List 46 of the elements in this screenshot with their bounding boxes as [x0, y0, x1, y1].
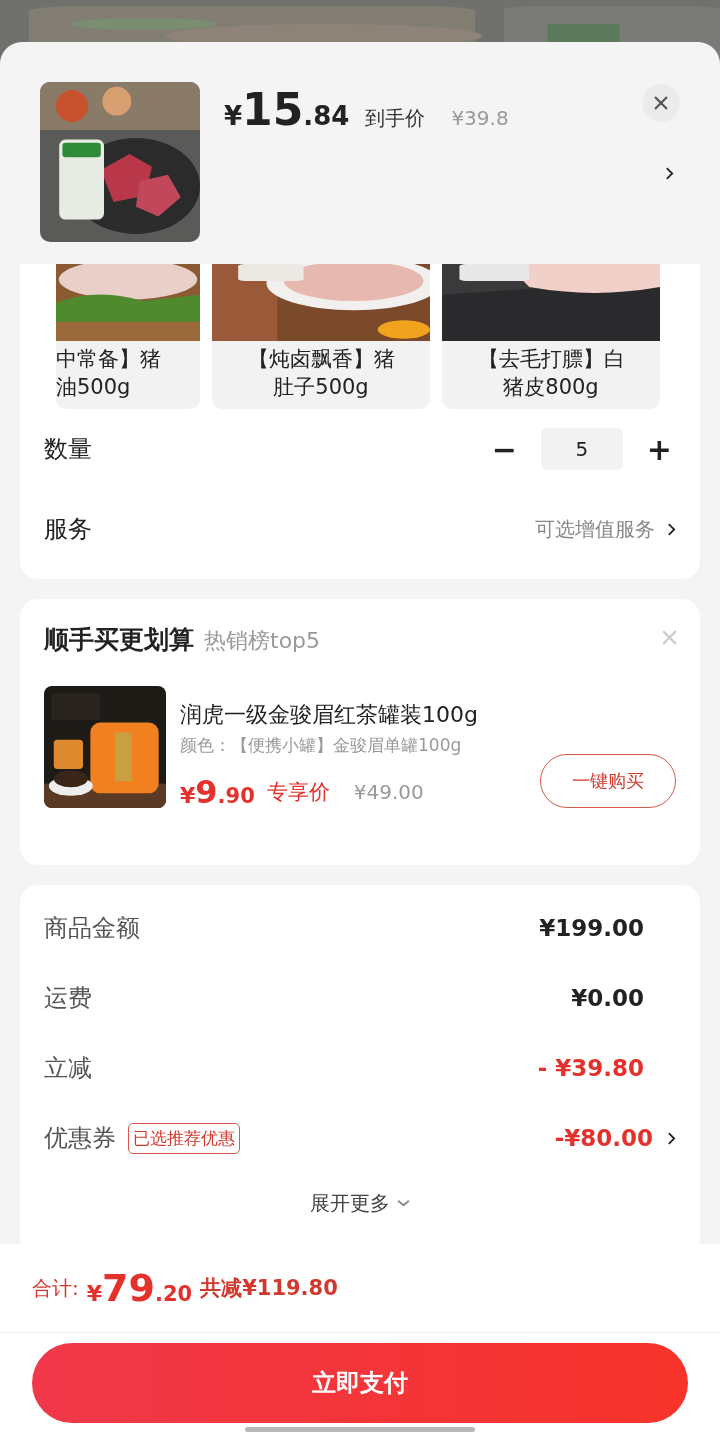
summary-label: 运费 [44, 983, 92, 1015]
summary-value: -¥80.00 [554, 1125, 653, 1152]
variant-name: 油500g [56, 374, 132, 402]
variant-card[interactable]: 中常备】猪 油500g [56, 264, 200, 410]
variant-card[interactable]: 【去毛打膘】白 猪皮800g [442, 264, 660, 410]
product-name: 润虎一级金骏眉红茶罐装100g [180, 701, 479, 730]
summary-label: 商品金额 [44, 913, 140, 945]
increase-button[interactable]: + [642, 431, 676, 467]
summary-label: 立减 [44, 1053, 92, 1085]
service-option[interactable]: 可选增值服务 [535, 515, 655, 543]
buy-button[interactable]: 一键购买 [540, 754, 676, 809]
price: ¥9.90 [180, 773, 255, 812]
pay-button[interactable]: 立即支付 [32, 1343, 688, 1423]
variant-card[interactable]: 【炖卤飘香】猪 肚子500g [212, 264, 430, 410]
chevron-right-icon [665, 166, 674, 181]
variant-name: 肚子500g [272, 374, 370, 402]
original-price: ¥49.00 [353, 780, 424, 805]
section-title: 顺手买更划算 [44, 624, 194, 657]
section-subtitle: 热销榜top5 [204, 627, 321, 656]
total-label: 合计: [32, 1274, 79, 1302]
summary-value: ¥199.00 [539, 915, 644, 942]
chevron-right-icon [667, 521, 676, 537]
total-price: ¥79.20 [86, 1266, 193, 1310]
coupon-tag: 已选推荐优惠 [128, 1122, 240, 1154]
price: ¥15.84 [224, 84, 350, 135]
variant-name: 猪皮800g [502, 374, 600, 402]
product-spec: 颜色：【便携小罐】金骏眉单罐100g [180, 734, 463, 758]
summary-label: 优惠券 [44, 1123, 116, 1155]
close-icon [653, 95, 669, 111]
variant-name: 中常备】猪 [56, 346, 162, 374]
variant-name: 【炖卤飘香】猪 [246, 346, 396, 374]
chevron-down-icon [395, 1198, 411, 1208]
summary-value: - ¥39.80 [537, 1055, 644, 1082]
variant-name: 【去毛打膘】白 [476, 346, 626, 374]
price-label: 到手价 [365, 105, 426, 132]
expand-button[interactable]: 展开更多 [20, 1173, 700, 1234]
close-button[interactable] [642, 84, 680, 122]
chevron-right-icon [667, 1130, 676, 1146]
price-label: 专享价 [266, 779, 330, 807]
quantity-field[interactable]: 5 [540, 428, 623, 471]
decrease-button[interactable]: − [487, 431, 521, 467]
original-price: ¥39.8 [451, 106, 509, 130]
total-savings: 共减¥119.80 [200, 1275, 338, 1302]
service-label: 服务 [44, 514, 92, 546]
summary-value: ¥0.00 [571, 985, 644, 1012]
quantity-label: 数量 [44, 434, 92, 466]
